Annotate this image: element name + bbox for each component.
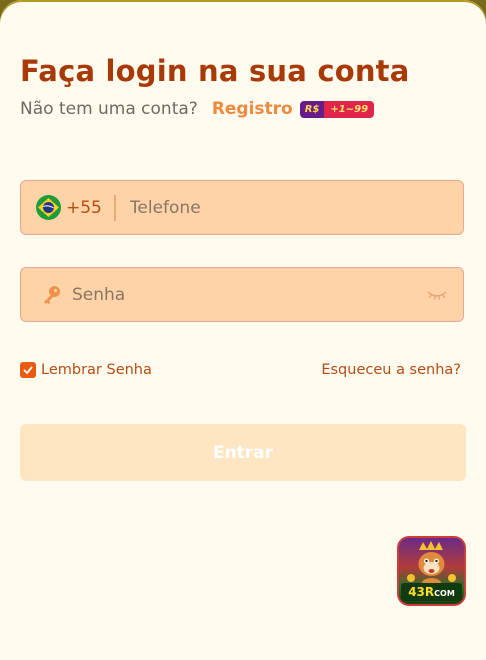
field-divider	[113, 194, 116, 221]
brazil-flag-icon[interactable]	[36, 195, 61, 220]
country-code[interactable]: +55	[66, 198, 102, 218]
phone-input[interactable]	[127, 196, 432, 219]
key-icon	[44, 286, 60, 304]
logo-text: 43RCOM	[401, 583, 462, 601]
logo-text-main: 43R	[408, 585, 435, 599]
forgot-password-link[interactable]: Esqueceu a senha?	[321, 360, 461, 380]
login-button[interactable]: Entrar	[20, 424, 466, 481]
password-input[interactable]	[70, 283, 404, 306]
remember-checkbox[interactable]	[20, 362, 36, 378]
password-field[interactable]	[20, 267, 464, 322]
register-link[interactable]: Registro	[212, 99, 293, 119]
remember-label[interactable]: Lembrar Senha	[41, 362, 152, 378]
eye-closed-icon[interactable]	[427, 289, 447, 301]
register-prompt-text: Não tem uma conta?	[20, 99, 198, 119]
remember-password[interactable]: Lembrar Senha	[20, 360, 152, 380]
app-logo[interactable]: 43RCOM	[397, 536, 466, 606]
promo-currency: R$	[299, 100, 325, 118]
page-title: Faça login na sua conta	[20, 54, 410, 88]
mascot-icon	[407, 541, 456, 588]
login-card: Faça login na sua conta Não tem uma cont…	[0, 0, 486, 660]
logo-text-small: COM	[434, 589, 455, 598]
promo-range: +1~99	[324, 100, 375, 118]
phone-field[interactable]: +55	[20, 180, 464, 235]
check-icon	[23, 366, 33, 375]
promo-badge[interactable]: R$ +1~99	[299, 100, 375, 118]
register-prompt: Não tem uma conta? Registro R$ +1~99	[20, 97, 375, 121]
